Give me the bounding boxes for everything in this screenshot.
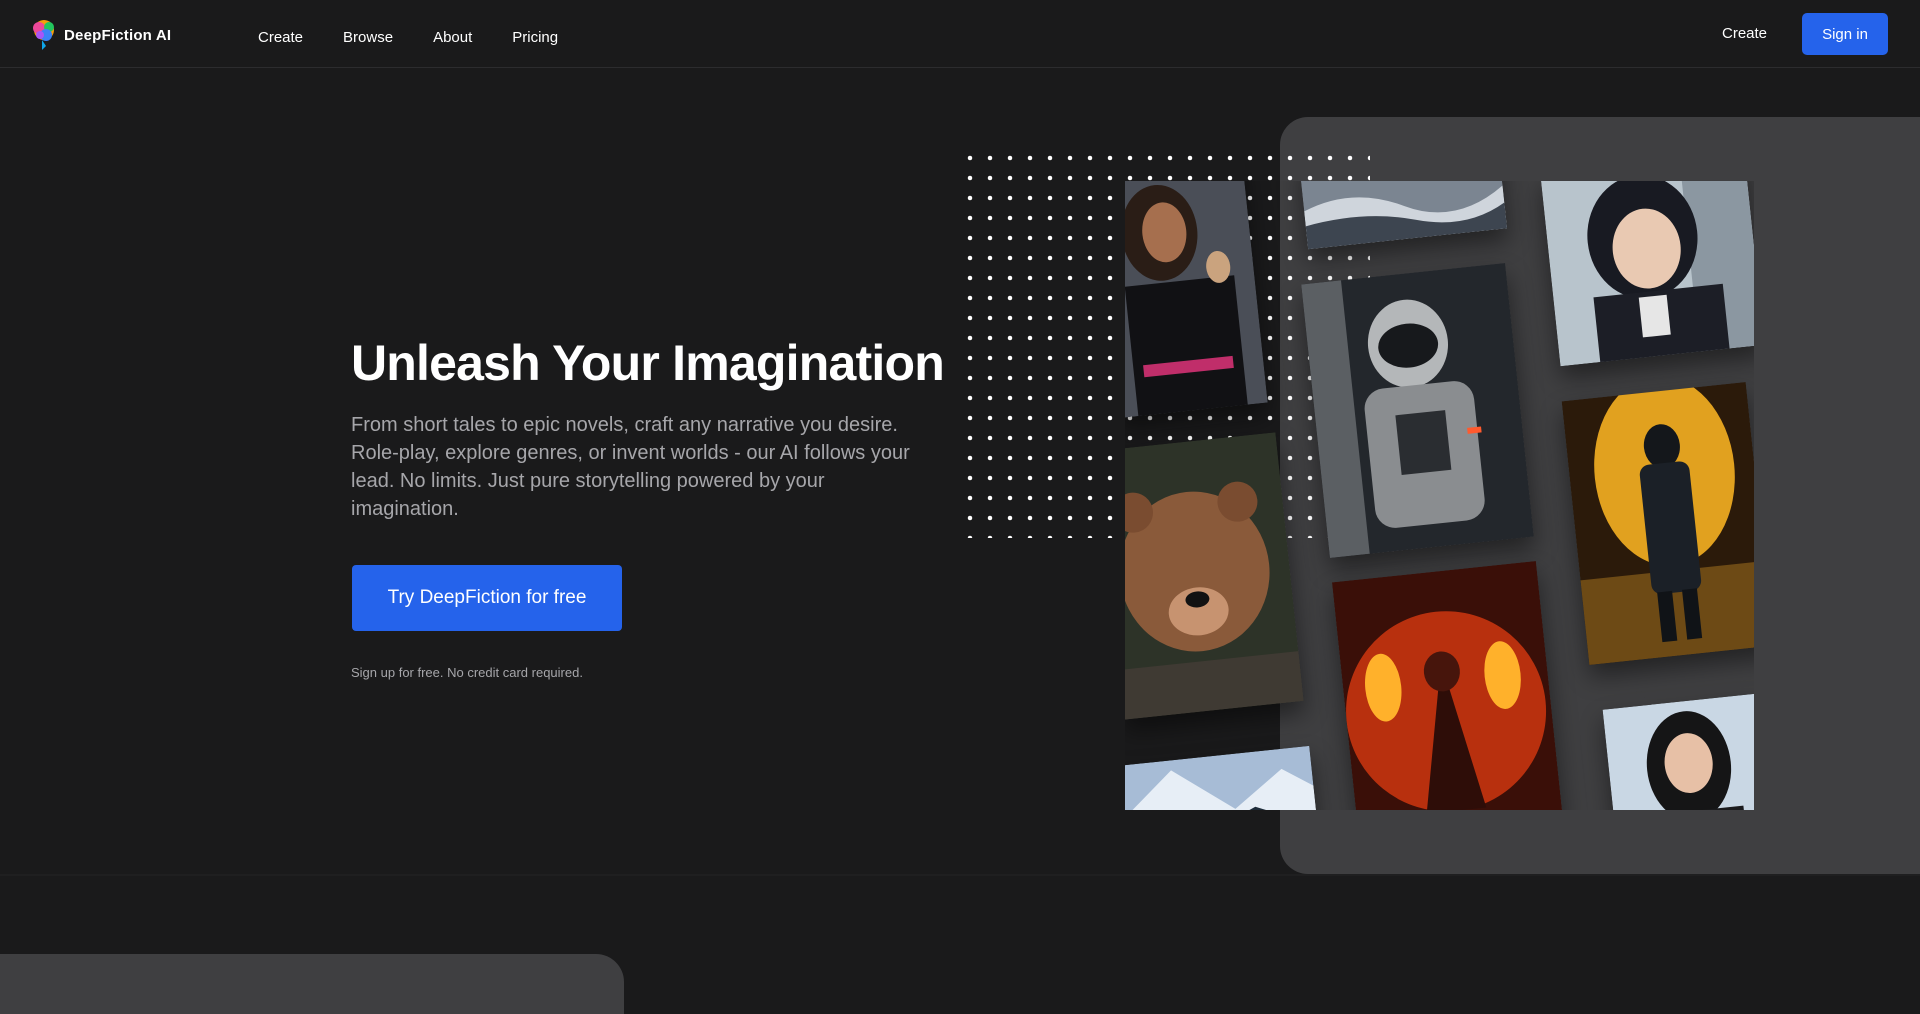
fire-mage-image: [1331, 560, 1564, 810]
sign-in-button[interactable]: Sign in: [1802, 13, 1888, 55]
hero-title: Unleash Your Imagination: [351, 335, 945, 391]
main-nav: Create Browse About Pricing: [258, 29, 558, 46]
hero-subtitle: From short tales to epic novels, craft a…: [351, 414, 910, 520]
woman-portrait-image: [1602, 693, 1754, 810]
mountain-forest-image: [1125, 745, 1320, 810]
brand-name: DeepFiction AI: [64, 26, 172, 44]
next-section-panel: [0, 954, 624, 1014]
signup-note: Sign up for free. No credit card require…: [351, 665, 583, 680]
brain-logo-icon: [30, 18, 58, 52]
bear-image: [1125, 432, 1304, 720]
nav-pricing-link[interactable]: Pricing: [512, 29, 558, 46]
armored-astronaut-image: [1301, 263, 1534, 558]
header-create-link[interactable]: Create: [1722, 25, 1767, 42]
nav-about-link[interactable]: About: [433, 29, 472, 46]
section-divider: [0, 874, 1920, 876]
nav-create-link[interactable]: Create: [258, 29, 303, 46]
top-nav-bar: DeepFiction AI Create Browse About Prici…: [0, 0, 1920, 68]
brand-logo[interactable]: DeepFiction AI: [30, 18, 171, 52]
nav-browse-link[interactable]: Browse: [343, 29, 393, 46]
snowy-landscape-image: [1298, 181, 1508, 250]
woman-in-uniform-image: [1125, 181, 1268, 419]
try-free-button[interactable]: Try DeepFiction for free: [352, 565, 622, 631]
dark-knight-image: [1561, 382, 1754, 665]
anime-girl-image: [1540, 181, 1754, 367]
story-image-gallery: [1125, 181, 1754, 810]
